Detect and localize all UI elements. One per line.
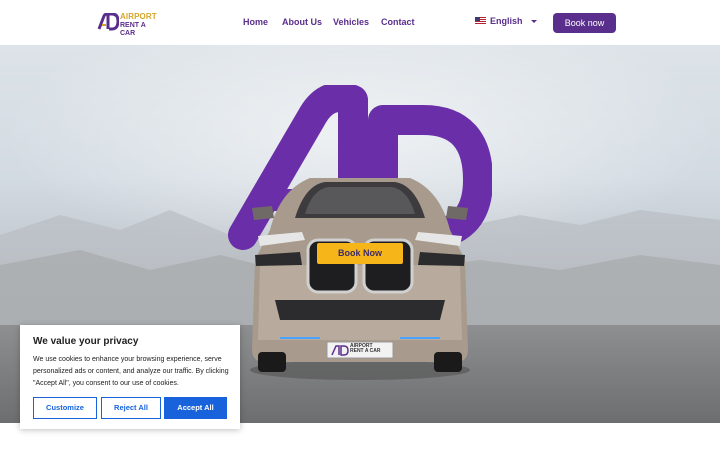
language-label: English: [490, 16, 523, 26]
cookie-title: We value your privacy: [33, 336, 139, 347]
chevron-down-icon: [530, 19, 537, 23]
customize-button[interactable]: Customize: [33, 397, 97, 419]
reject-all-button[interactable]: Reject All: [101, 397, 161, 419]
site-logo[interactable]: AIRPORT RENT A CAR: [97, 12, 161, 37]
license-plate-text: AIRPORT RENT A CAR: [350, 344, 380, 354]
logo-text: AIRPORT RENT A CAR: [120, 13, 161, 38]
logo-line-2: RENT A CAR: [120, 22, 146, 37]
nav-about-us[interactable]: About Us: [282, 17, 322, 27]
language-selector[interactable]: English: [475, 16, 537, 26]
nav-vehicles[interactable]: Vehicles: [333, 17, 369, 27]
nav-contact[interactable]: Contact: [381, 17, 415, 27]
accept-all-button[interactable]: Accept All: [164, 397, 227, 419]
nav-home[interactable]: Home: [243, 17, 268, 27]
us-flag-icon: [475, 17, 486, 25]
book-now-hero-button[interactable]: Book Now: [317, 243, 403, 264]
cookie-consent-banner: We value your privacy We use cookies to …: [20, 325, 240, 429]
logo-mark-icon: [97, 12, 120, 31]
plate-line-2: RENT A CAR: [350, 348, 381, 354]
logo-line-1: AIRPORT: [120, 12, 157, 21]
book-now-header-button[interactable]: Book now: [553, 13, 616, 33]
cookie-description: We use cookies to enhance your browsing …: [33, 356, 229, 387]
site-header: AIRPORT RENT A CAR Home About Us Vehicle…: [0, 0, 720, 45]
